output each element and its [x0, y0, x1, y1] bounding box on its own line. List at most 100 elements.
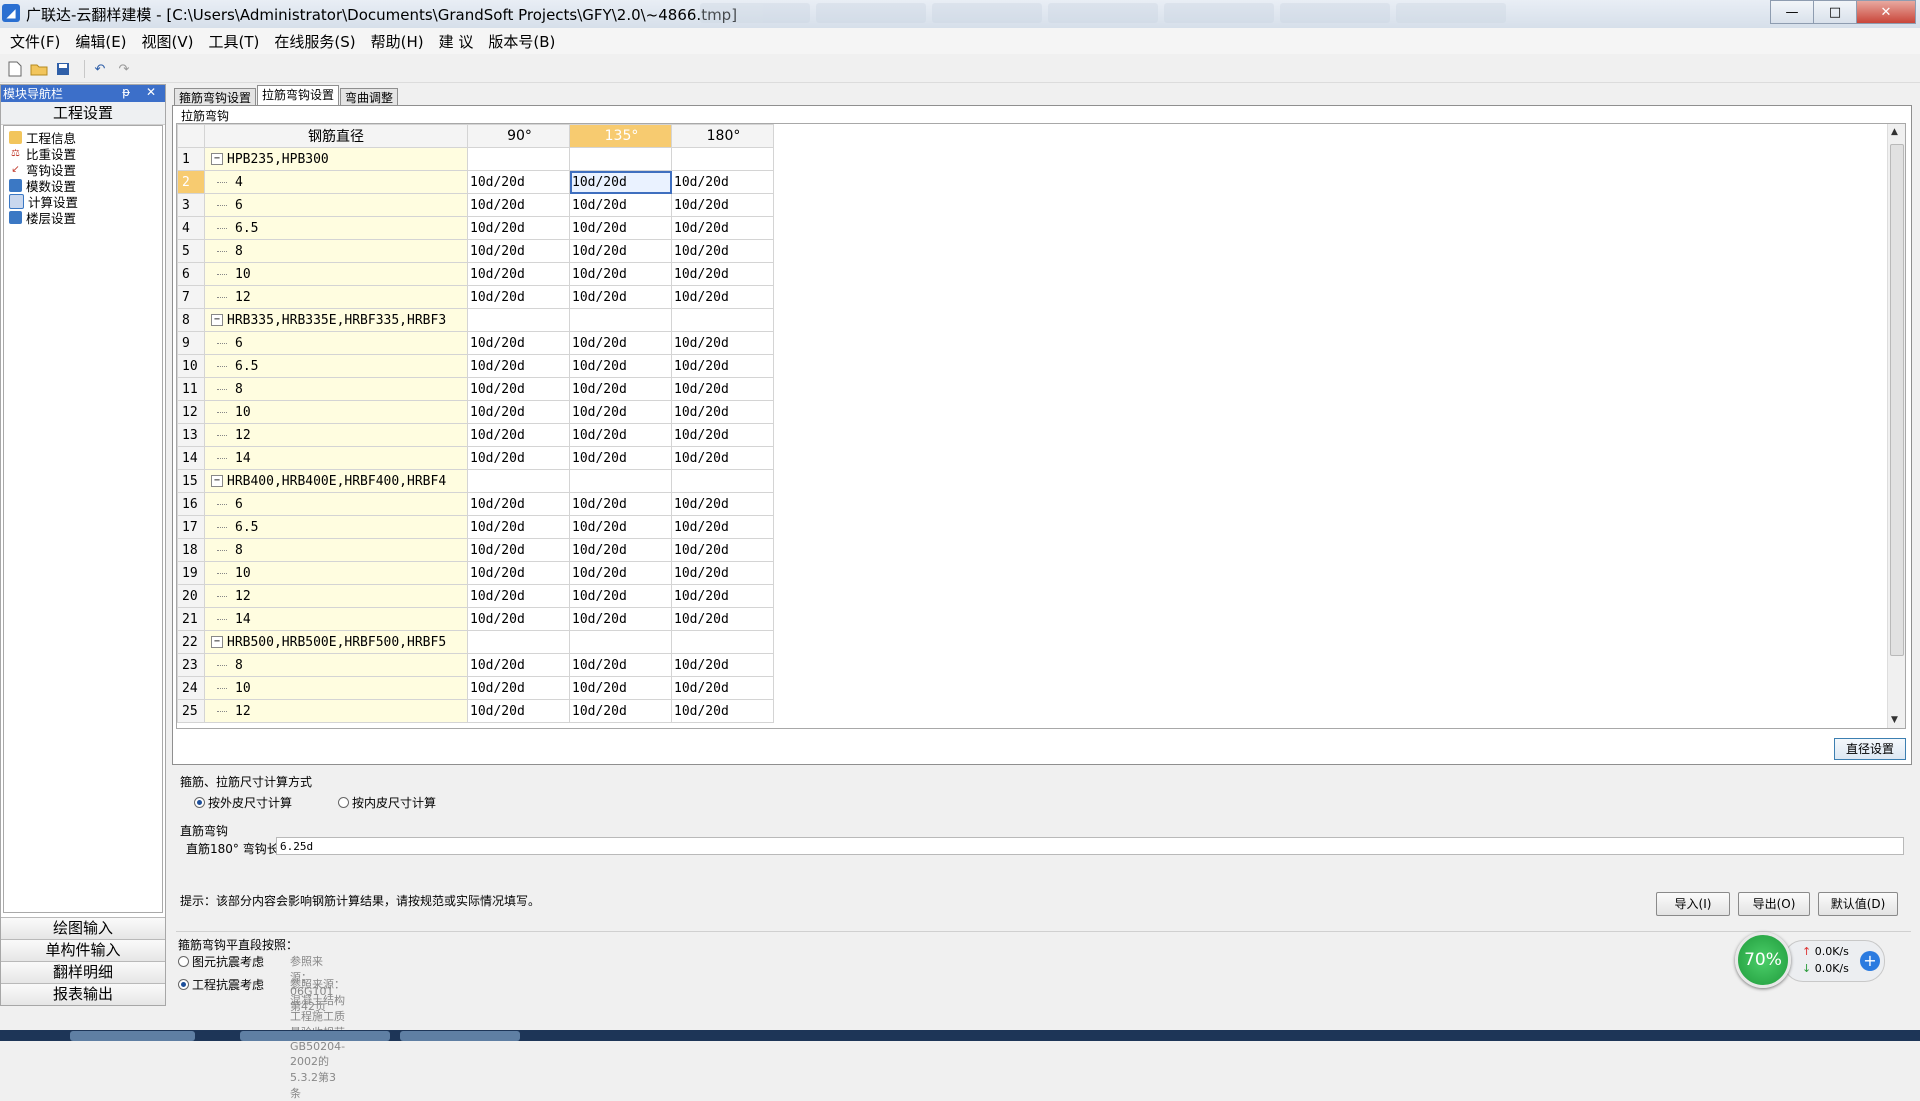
hook-cell-180[interactable] [671, 147, 774, 171]
new-icon[interactable] [6, 60, 24, 78]
nav-header-buttons[interactable]: ᵽ ✕ [122, 85, 162, 99]
network-speed-widget[interactable]: ↑ 0.0K/s ↓ 0.0K/s + 70% [1735, 932, 1890, 988]
hook-cell-135[interactable]: 10d/20d [569, 584, 672, 608]
diameter-cell[interactable]: 6.5 [204, 515, 468, 539]
row-number[interactable]: 1 [177, 147, 205, 171]
diameter-cell[interactable]: 10 [204, 676, 468, 700]
row-number[interactable]: 12 [177, 400, 205, 424]
hook-cell-90[interactable] [467, 147, 570, 171]
hook-cell-135[interactable]: 10d/20d [569, 262, 672, 286]
collapse-icon[interactable]: − [211, 153, 223, 165]
table-row[interactable]: 8− HRB335,HRB335E,HRBF335,HRBF3 [177, 308, 774, 332]
hook-cell-180[interactable]: 10d/20d [671, 354, 774, 378]
nav-drawing-input[interactable]: 绘图输入 [1, 917, 165, 939]
row-number[interactable]: 25 [177, 699, 205, 723]
radio-outer-size[interactable]: 按外皮尺寸计算 [194, 794, 292, 811]
minimize-button[interactable]: — [1770, 0, 1814, 24]
radio-outer-size-dot[interactable] [194, 797, 205, 808]
diameter-cell[interactable]: 8 [204, 538, 468, 562]
hook-cell-90[interactable]: 10d/20d [467, 193, 570, 217]
hook-cell-180[interactable]: 10d/20d [671, 423, 774, 447]
hook-cell-90[interactable]: 10d/20d [467, 676, 570, 700]
nav-report-output[interactable]: 报表输出 [1, 983, 165, 1005]
hook-cell-180[interactable]: 10d/20d [671, 538, 774, 562]
hook-cell-180[interactable]: 10d/20d [671, 492, 774, 516]
hook-cell-135[interactable]: 10d/20d [569, 400, 672, 424]
menu-version[interactable]: 版本号(B) [483, 31, 560, 52]
hook-cell-180[interactable]: 10d/20d [671, 377, 774, 401]
diameter-cell[interactable]: 12 [204, 285, 468, 309]
table-row[interactable]: 17 6.5 10d/20d 10d/20d 10d/20d [177, 515, 774, 539]
hook-cell-90[interactable]: 10d/20d [467, 377, 570, 401]
grade-group-cell[interactable]: − HRB500,HRB500E,HRBF500,HRBF5 [204, 630, 468, 654]
menu-file[interactable]: 文件(F) [5, 31, 65, 52]
hook-cell-180[interactable]: 10d/20d [671, 331, 774, 355]
menu-tools[interactable]: 工具(T) [204, 31, 265, 52]
hook-cell-90[interactable] [467, 308, 570, 332]
hook-cell-180[interactable]: 10d/20d [671, 285, 774, 309]
hook-cell-180[interactable]: 10d/20d [671, 262, 774, 286]
hook-cell-90[interactable]: 10d/20d [467, 216, 570, 240]
hook-cell-180[interactable]: 10d/20d [671, 676, 774, 700]
hook-cell-90[interactable]: 10d/20d [467, 653, 570, 677]
hook-cell-90[interactable]: 10d/20d [467, 400, 570, 424]
row-number[interactable]: 4 [177, 216, 205, 240]
row-number[interactable]: 11 [177, 377, 205, 401]
plus-icon[interactable]: + [1860, 951, 1880, 971]
tree-item-floor[interactable]: 楼层设置 [4, 209, 162, 226]
header-135[interactable]: 135° [569, 124, 672, 148]
hook-cell-135[interactable]: 10d/20d [569, 170, 672, 194]
maximize-button[interactable]: □ [1813, 0, 1857, 24]
table-row[interactable]: 11 8 10d/20d 10d/20d 10d/20d [177, 377, 774, 401]
diameter-cell[interactable]: 8 [204, 653, 468, 677]
row-number[interactable]: 8 [177, 308, 205, 332]
radio-inner-size[interactable]: 按内皮尺寸计算 [338, 794, 436, 811]
taskbar-button[interactable] [70, 1031, 195, 1041]
scrollbar-thumb[interactable] [1890, 144, 1904, 656]
row-number[interactable]: 23 [177, 653, 205, 677]
undo-icon[interactable]: ↶ [91, 60, 109, 78]
row-number[interactable]: 14 [177, 446, 205, 470]
hook-cell-135[interactable]: 10d/20d [569, 676, 672, 700]
hook-cell-90[interactable]: 10d/20d [467, 354, 570, 378]
hook-cell-180[interactable]: 10d/20d [671, 400, 774, 424]
menu-view[interactable]: 视图(V) [137, 31, 199, 52]
taskbar-button[interactable] [400, 1031, 520, 1041]
hook-cell-135[interactable]: 10d/20d [569, 354, 672, 378]
table-row[interactable]: 23 8 10d/20d 10d/20d 10d/20d [177, 653, 774, 677]
diameter-cell[interactable]: 6 [204, 193, 468, 217]
memory-percent-badge[interactable]: 70% [1735, 932, 1791, 988]
row-number[interactable]: 16 [177, 492, 205, 516]
table-row[interactable]: 25 12 10d/20d 10d/20d 10d/20d [177, 699, 774, 723]
table-row[interactable]: 18 8 10d/20d 10d/20d 10d/20d [177, 538, 774, 562]
nav-detail[interactable]: 翻样明细 [1, 961, 165, 983]
menu-edit[interactable]: 编辑(E) [70, 31, 131, 52]
hook-cell-90[interactable]: 10d/20d [467, 331, 570, 355]
hook-cell-90[interactable]: 10d/20d [467, 170, 570, 194]
diameter-cell[interactable]: 12 [204, 584, 468, 608]
save-icon[interactable] [54, 60, 72, 78]
row-number[interactable]: 7 [177, 285, 205, 309]
table-row[interactable]: 3 6 10d/20d 10d/20d 10d/20d [177, 193, 774, 217]
section-project-settings[interactable]: 工程设置 [1, 102, 165, 125]
hook-cell-90[interactable]: 10d/20d [467, 561, 570, 585]
hook-cell-90[interactable]: 10d/20d [467, 285, 570, 309]
menu-suggest[interactable]: 建 议 [434, 31, 479, 52]
row-number[interactable]: 6 [177, 262, 205, 286]
hook-cell-90[interactable]: 10d/20d [467, 607, 570, 631]
hook-cell-90[interactable]: 10d/20d [467, 699, 570, 723]
hook-length-input[interactable]: 6.25d [276, 837, 1904, 855]
hook-cell-135[interactable]: 10d/20d [569, 377, 672, 401]
row-number[interactable]: 18 [177, 538, 205, 562]
hook-cell-180[interactable]: 10d/20d [671, 607, 774, 631]
hook-cell-135[interactable]: 10d/20d [569, 331, 672, 355]
grid-vertical-scrollbar[interactable]: ▲ ▼ [1887, 124, 1905, 728]
hook-cell-180[interactable]: 10d/20d [671, 699, 774, 723]
hook-cell-180[interactable]: 10d/20d [671, 584, 774, 608]
table-row[interactable]: 16 6 10d/20d 10d/20d 10d/20d [177, 492, 774, 516]
hook-cell-180[interactable]: 10d/20d [671, 239, 774, 263]
table-row[interactable]: 21 14 10d/20d 10d/20d 10d/20d [177, 607, 774, 631]
row-number[interactable]: 9 [177, 331, 205, 355]
collapse-icon[interactable]: − [211, 636, 223, 648]
table-row[interactable]: 10 6.5 10d/20d 10d/20d 10d/20d [177, 354, 774, 378]
